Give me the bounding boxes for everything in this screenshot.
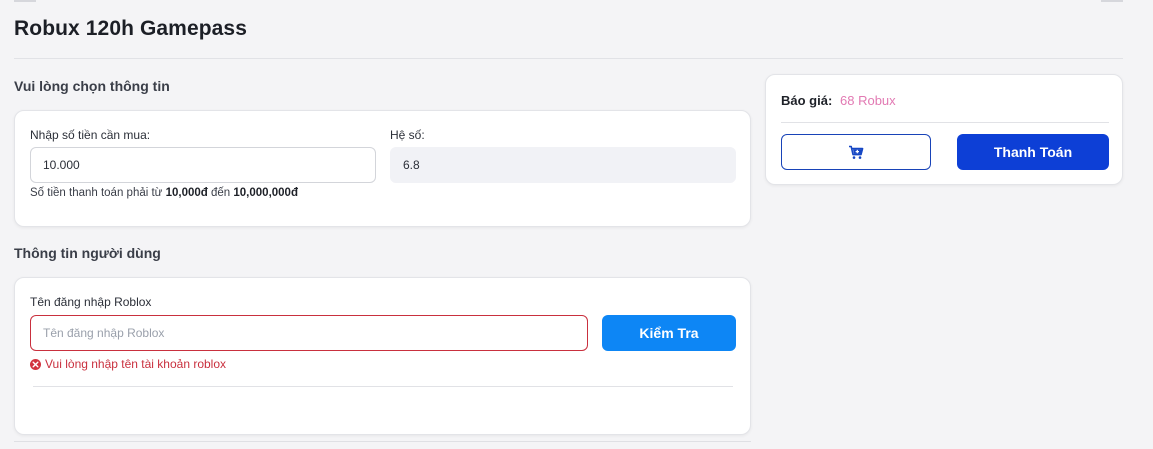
title-divider	[14, 58, 1123, 59]
rate-input	[390, 147, 736, 183]
rate-label: Hệ số:	[390, 128, 425, 142]
summary-divider	[781, 122, 1109, 123]
amount-hint: Số tiền thanh toán phải từ 10,000đ đến 1…	[30, 187, 298, 199]
cart-plus-icon	[849, 145, 864, 159]
user-section-heading: Thông tin người dùng	[14, 245, 161, 261]
error-text: Vui lòng nhập tên tài khoản roblox	[45, 357, 227, 371]
bottom-edge	[14, 441, 751, 442]
top-edge-left	[14, 0, 36, 2]
top-edge-right	[1101, 0, 1123, 2]
amount-input[interactable]	[30, 147, 376, 183]
user-card: Tên đăng nhập Roblox Kiểm Tra Vui lòng n…	[14, 277, 751, 435]
username-input[interactable]	[30, 315, 588, 351]
check-button[interactable]: Kiểm Tra	[602, 315, 736, 351]
hint-mid: đến	[211, 187, 231, 199]
pay-button[interactable]: Thanh Toán	[957, 134, 1109, 170]
user-card-divider	[33, 386, 733, 387]
hint-max: 10,000,000đ	[233, 187, 298, 199]
error-icon	[30, 358, 41, 370]
amount-label: Nhập số tiền cần mua:	[30, 128, 151, 142]
summary-card: Báo giá: 68 Robux Thanh Toán	[765, 74, 1123, 185]
add-to-cart-button[interactable]	[781, 134, 931, 170]
info-card: Nhập số tiền cần mua: Hệ số: Số tiền tha…	[14, 110, 751, 227]
hint-min: 10,000đ	[165, 187, 208, 199]
hint-prefix: Số tiền thanh toán phải từ	[30, 187, 163, 199]
username-error: Vui lòng nhập tên tài khoản roblox	[30, 357, 226, 371]
username-label: Tên đăng nhập Roblox	[30, 295, 152, 309]
price-label: Báo giá:	[781, 93, 833, 108]
page: Robux 120h Gamepass Vui lòng chọn thông …	[0, 0, 1153, 449]
info-section-heading: Vui lòng chọn thông tin	[14, 78, 170, 94]
page-title: Robux 120h Gamepass	[14, 17, 247, 40]
price-value: 68 Robux	[840, 93, 896, 108]
